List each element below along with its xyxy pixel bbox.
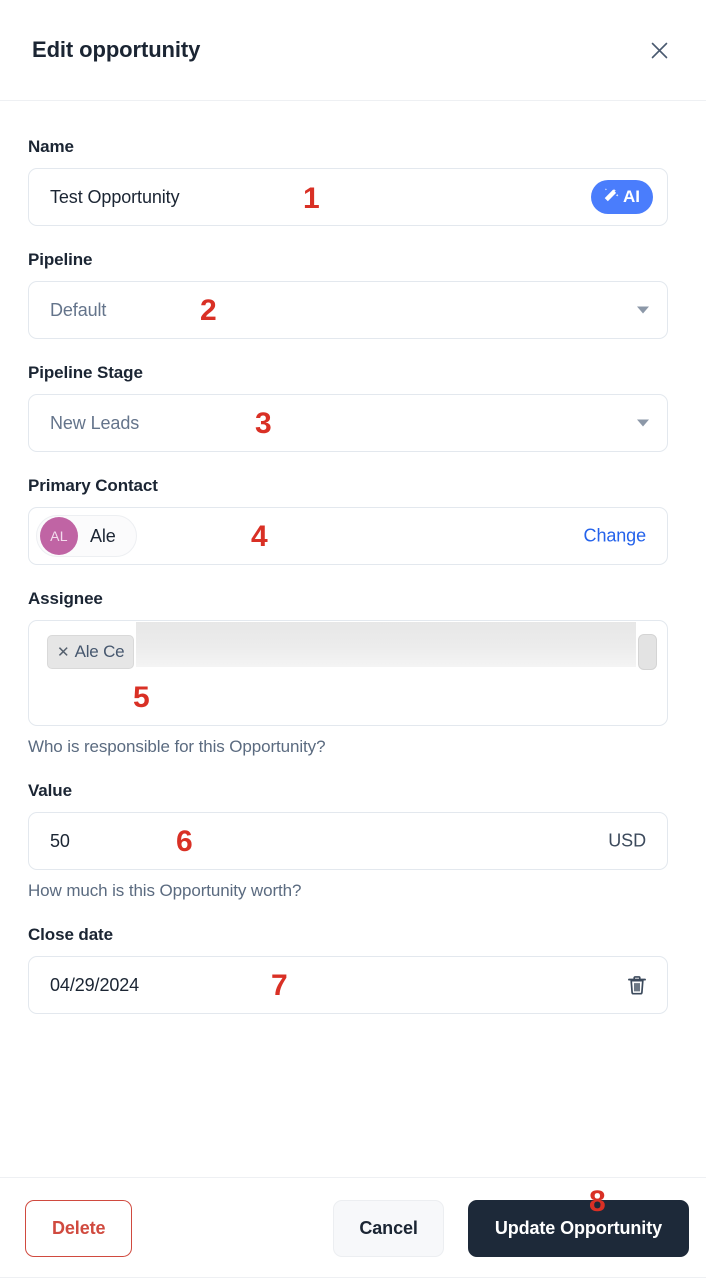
field-pipeline-stage: Pipeline Stage New Leads 3	[28, 363, 678, 452]
assignee-label: Assignee	[28, 589, 103, 608]
modal-body: Name Test Opportunity AI 1 Pipeline Defa…	[0, 101, 706, 1177]
field-value: Value 50 USD How much is this Opportunit…	[28, 781, 678, 901]
primary-contact-name: Ale	[90, 525, 116, 546]
magic-wand-icon	[601, 186, 620, 208]
currency-label: USD	[608, 830, 646, 851]
field-close-date: Close date 04/29/2024 7	[28, 925, 678, 1014]
close-icon[interactable]	[642, 33, 676, 67]
close-date-input[interactable]: 04/29/2024	[28, 956, 668, 1014]
value-input[interactable]: 50 USD	[28, 812, 668, 870]
assignee-help-text: Who is responsible for this Opportunity?	[28, 737, 326, 756]
pipeline-stage-label: Pipeline Stage	[28, 363, 143, 382]
close-date-value: 04/29/2024	[50, 974, 140, 995]
avatar: AL	[40, 517, 78, 555]
page-title: Edit opportunity	[32, 37, 201, 62]
field-assignee: Assignee ✕ Ale Ce Who is responsible for…	[28, 589, 678, 757]
ai-button-label: AI	[623, 187, 640, 206]
ai-generate-button[interactable]: AI	[591, 180, 653, 214]
assignee-token-label: Ale Ce	[74, 642, 125, 661]
field-pipeline: Pipeline Default 2	[28, 250, 678, 339]
modal-header: Edit opportunity	[0, 0, 706, 101]
remove-token-icon[interactable]: ✕	[57, 645, 70, 660]
assignee-token[interactable]: ✕ Ale Ce	[47, 635, 135, 669]
primary-contact-control: AL Ale Change	[28, 507, 668, 565]
close-date-label: Close date	[28, 925, 113, 944]
primary-contact-chip[interactable]: AL Ale	[36, 515, 137, 557]
chevron-down-icon	[637, 419, 649, 427]
delete-button[interactable]: Delete	[25, 1199, 133, 1257]
edit-opportunity-modal: Edit opportunity Name Test Opportunity A…	[0, 0, 706, 1278]
name-label: Name	[28, 137, 74, 156]
value-input-value: 50	[50, 830, 70, 851]
assignee-multiselect[interactable]: ✕ Ale Ce	[28, 620, 668, 726]
field-name: Name Test Opportunity AI 1	[28, 137, 678, 226]
name-input[interactable]: Test Opportunity AI	[28, 168, 668, 226]
cancel-button[interactable]: Cancel	[333, 1199, 444, 1257]
update-opportunity-button[interactable]: Update Opportunity	[467, 1199, 689, 1257]
pipeline-select-value: Default	[50, 299, 107, 320]
pipeline-stage-select[interactable]: New Leads	[28, 394, 668, 452]
change-contact-link[interactable]: Change	[584, 526, 647, 547]
value-help-text: How much is this Opportunity worth?	[28, 881, 302, 900]
footer-actions: Cancel Update Opportunity	[333, 1199, 690, 1257]
trash-icon[interactable]	[625, 973, 649, 997]
assignee-scroll-stub	[638, 634, 657, 670]
pipeline-stage-select-value: New Leads	[50, 412, 140, 433]
modal-footer: Delete Cancel Update Opportunity 8	[0, 1177, 706, 1278]
value-label: Value	[28, 781, 72, 800]
primary-contact-label: Primary Contact	[28, 476, 158, 495]
name-input-value: Test Opportunity	[50, 186, 180, 207]
pipeline-select[interactable]: Default	[28, 281, 668, 339]
pipeline-label: Pipeline	[28, 250, 93, 269]
assignee-overlay-artifact	[136, 622, 636, 667]
field-primary-contact: Primary Contact AL Ale Change 4	[28, 476, 678, 565]
chevron-down-icon	[637, 306, 649, 314]
